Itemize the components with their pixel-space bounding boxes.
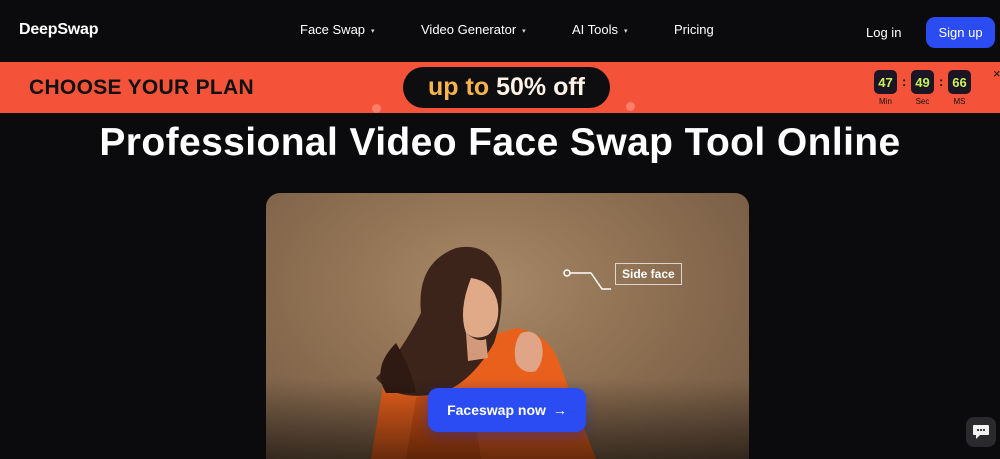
chat-widget-button[interactable] xyxy=(966,417,996,447)
countdown-separator: : xyxy=(939,74,944,89)
nav-pricing-label: Pricing xyxy=(674,22,714,37)
faceswap-now-label: Faceswap now xyxy=(447,402,546,418)
nav-ai-tools[interactable]: AI Tools ▾ xyxy=(572,22,628,37)
countdown-ms-value: 66 xyxy=(948,70,971,94)
countdown-separator: : xyxy=(902,74,907,89)
discount-pill: up to 50% off xyxy=(403,67,610,108)
countdown-minutes-label: Min xyxy=(879,97,892,106)
arrow-right-icon: → xyxy=(552,402,567,418)
discount-prefix: up to xyxy=(428,73,490,101)
nav-pricing[interactable]: Pricing xyxy=(674,22,714,37)
nav-video-generator-label: Video Generator xyxy=(421,22,517,37)
countdown-seconds: 49 Sec xyxy=(911,70,934,106)
countdown-minutes-value: 47 xyxy=(874,70,897,94)
signup-button[interactable]: Sign up xyxy=(926,17,995,48)
nav-ai-tools-label: AI Tools xyxy=(572,22,619,37)
nav-video-generator[interactable]: Video Generator ▾ xyxy=(421,22,526,37)
countdown-seconds-value: 49 xyxy=(911,70,934,94)
chevron-down-icon: ▾ xyxy=(624,27,628,35)
top-navbar: DeepSwap Face Swap ▾ Video Generator ▾ A… xyxy=(0,0,1000,62)
chevron-down-icon: ▾ xyxy=(522,27,526,35)
decor-dot xyxy=(372,104,381,113)
side-face-tag: Side face xyxy=(615,263,682,285)
close-icon[interactable]: × xyxy=(993,66,1000,81)
discount-value: 50% off xyxy=(496,73,585,101)
nav-face-swap[interactable]: Face Swap ▾ xyxy=(300,22,375,37)
promo-headline: CHOOSE YOUR PLAN xyxy=(29,76,254,99)
countdown-seconds-label: Sec xyxy=(915,97,930,106)
countdown-ms-label: MS xyxy=(953,97,966,106)
faceswap-now-button[interactable]: Faceswap now → xyxy=(428,388,586,432)
decor-dot xyxy=(626,102,635,111)
countdown-ms: 66 MS xyxy=(948,70,971,106)
login-link[interactable]: Log in xyxy=(866,25,901,40)
nav-face-swap-label: Face Swap xyxy=(300,22,366,37)
countdown-minutes: 47 Min xyxy=(874,70,897,106)
hero-title: Professional Video Face Swap Tool Online xyxy=(99,121,901,164)
chevron-down-icon: ▾ xyxy=(371,27,375,35)
chat-bubble-icon xyxy=(973,425,989,439)
brand-logo[interactable]: DeepSwap xyxy=(19,21,99,39)
promo-banner[interactable]: CHOOSE YOUR PLAN up to 50% off 47 Min : … xyxy=(0,62,1000,113)
